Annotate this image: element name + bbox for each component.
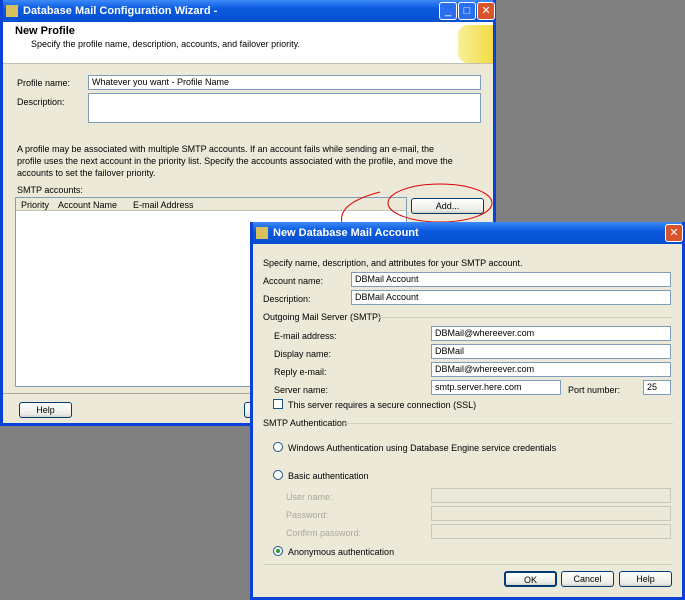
password-label: Password: xyxy=(286,510,329,520)
new-account-dialog: New Database Mail Account ✕ Specify name… xyxy=(250,222,685,600)
email-input[interactable]: DBMail@whereever.com xyxy=(431,326,671,341)
windows-auth-radio[interactable] xyxy=(273,442,283,452)
group-divider xyxy=(343,423,673,424)
confirm-password-input[interactable] xyxy=(431,524,671,539)
divider xyxy=(263,564,673,565)
ssl-checkbox[interactable] xyxy=(273,399,283,409)
group-divider xyxy=(378,317,673,318)
ssl-label: This server requires a secure connection… xyxy=(288,400,477,410)
anonymous-auth-label: Anonymous authentication xyxy=(288,547,395,557)
port-label: Port number: xyxy=(568,385,621,395)
basic-auth-label: Basic authentication xyxy=(288,471,369,481)
port-input[interactable]: 25 xyxy=(643,380,671,395)
server-name-input[interactable]: smtp.server.here.com xyxy=(431,380,561,395)
display-name-label: Display name: xyxy=(274,349,332,359)
user-name-label: User name: xyxy=(286,492,333,502)
user-name-input[interactable] xyxy=(431,488,671,503)
server-name-label: Server name: xyxy=(274,385,329,395)
highlight-ellipse xyxy=(387,183,493,223)
basic-auth-radio[interactable] xyxy=(273,470,283,480)
dialog-icon xyxy=(256,227,268,239)
account-name-label: Account name: xyxy=(263,276,324,286)
auth-group-label: SMTP Authentication xyxy=(263,418,347,428)
account-name-input[interactable]: DBMail Account xyxy=(351,272,671,287)
reply-email-input[interactable]: DBMail@whereever.com xyxy=(431,362,671,377)
dialog-intro: Specify name, description, and attribute… xyxy=(263,258,523,268)
dialog-titlebar: New Database Mail Account xyxy=(253,222,682,244)
ok-button[interactable]: OK xyxy=(504,571,557,587)
outgoing-group-label: Outgoing Mail Server (SMTP) xyxy=(263,312,382,322)
dialog-close-button[interactable]: ✕ xyxy=(665,224,683,242)
anonymous-auth-radio[interactable] xyxy=(273,546,283,556)
display-name-input[interactable]: DBMail xyxy=(431,344,671,359)
confirm-password-label: Confirm password: xyxy=(286,528,362,538)
password-input[interactable] xyxy=(431,506,671,521)
description-input[interactable]: DBMail Account xyxy=(351,290,671,305)
windows-auth-label: Windows Authentication using Database En… xyxy=(288,443,557,453)
reply-email-label: Reply e-mail: xyxy=(274,367,327,377)
email-label: E-mail address: xyxy=(274,331,337,341)
description-label: Description: xyxy=(263,294,311,304)
help-button[interactable]: Help xyxy=(619,571,672,587)
cancel-button[interactable]: Cancel xyxy=(561,571,614,587)
